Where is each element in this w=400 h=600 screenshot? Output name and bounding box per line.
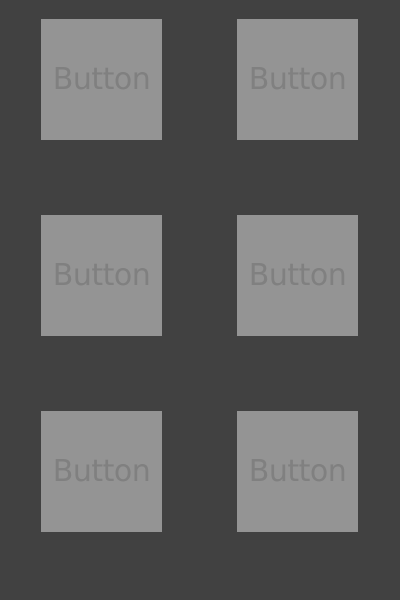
button-3[interactable]: Button	[41, 215, 162, 336]
button-1[interactable]: Button	[41, 19, 162, 140]
button-2-label: Button	[248, 61, 347, 97]
button-grid-panel: Button Button Button Button Button Butto…	[0, 0, 400, 600]
button-4[interactable]: Button	[237, 215, 358, 336]
button-1-label: Button	[52, 61, 151, 97]
button-5-label: Button	[52, 453, 151, 489]
button-3-label: Button	[52, 257, 151, 293]
button-4-label: Button	[248, 257, 347, 293]
button-2[interactable]: Button	[237, 19, 358, 140]
button-5[interactable]: Button	[41, 411, 162, 532]
button-6[interactable]: Button	[237, 411, 358, 532]
button-6-label: Button	[248, 453, 347, 489]
